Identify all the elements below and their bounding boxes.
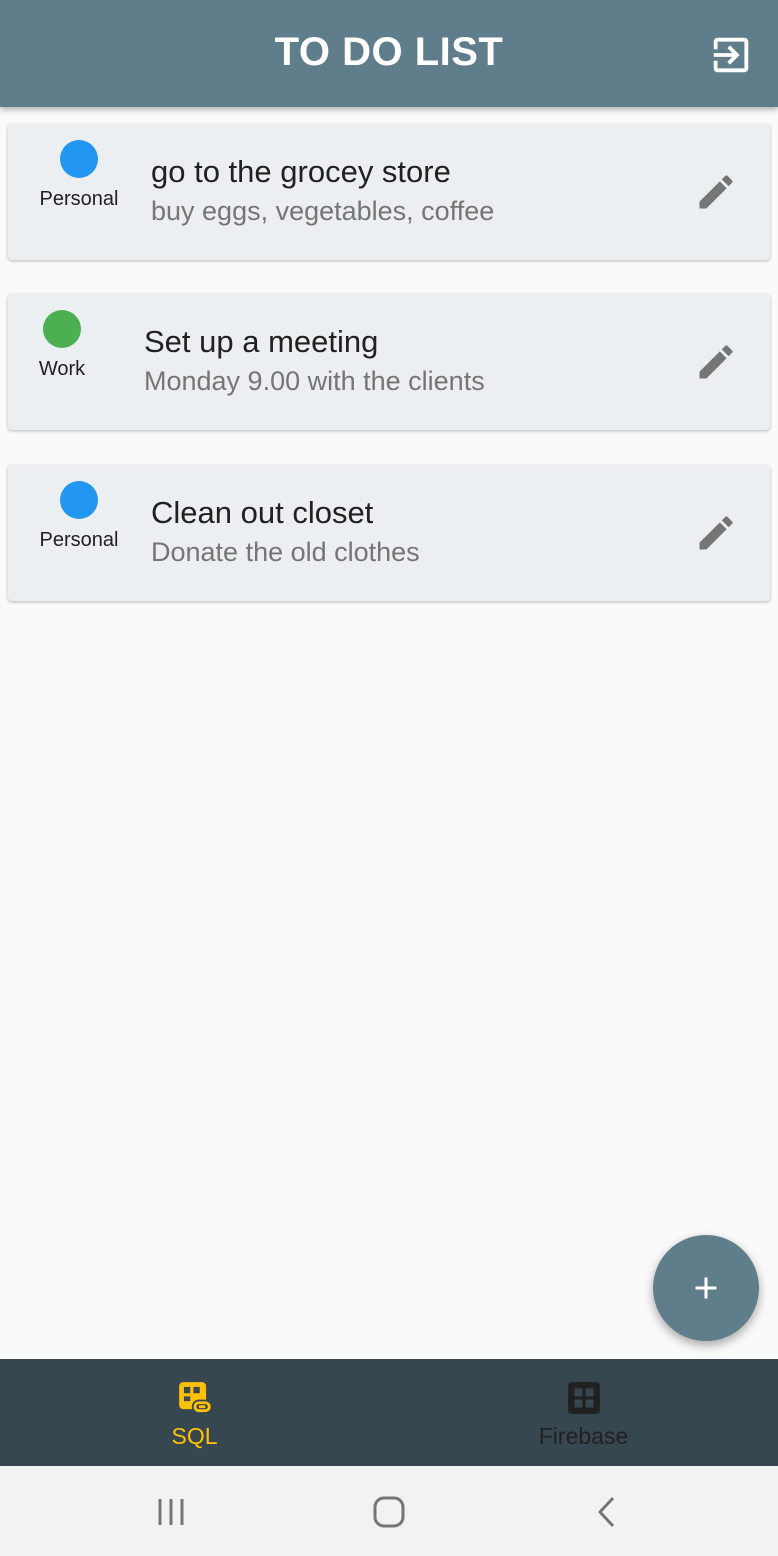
edit-button[interactable] — [694, 170, 738, 214]
task-card[interactable]: Work Set up a meeting Monday 9.00 with t… — [8, 294, 770, 430]
firebase-icon — [568, 1382, 600, 1414]
edit-icon — [699, 516, 733, 550]
category-indicator: Work — [22, 310, 102, 381]
back-icon — [598, 1496, 615, 1528]
task-description: Donate the old clothes — [151, 537, 420, 567]
back-button[interactable] — [583, 1488, 631, 1536]
category-indicator: Personal — [22, 140, 136, 211]
nav-label-sql: SQL — [171, 1423, 218, 1449]
system-navigation-bar — [0, 1466, 778, 1556]
category-label: Personal — [39, 188, 119, 210]
bottom-navigation: SQL Firebase — [0, 1359, 778, 1466]
home-icon — [373, 1496, 405, 1528]
category-indicator: Personal — [22, 481, 136, 552]
recent-apps-button[interactable] — [147, 1488, 195, 1536]
category-dot — [60, 140, 98, 178]
logout-button[interactable] — [708, 32, 754, 78]
add-task-button[interactable] — [653, 1235, 759, 1341]
task-title: go to the grocey store — [151, 154, 451, 189]
page-title: TO DO LIST — [274, 30, 504, 74]
edit-icon — [699, 345, 733, 379]
nav-item-sql[interactable]: SQL — [0, 1359, 389, 1466]
task-description: buy eggs, vegetables, coffee — [151, 196, 495, 226]
recent-apps-icon — [158, 1499, 184, 1525]
category-label: Work — [38, 358, 86, 380]
task-card[interactable]: Personal go to the grocey store buy eggs… — [8, 124, 770, 260]
task-title: Set up a meeting — [144, 324, 379, 359]
category-dot — [43, 310, 81, 348]
edit-icon — [699, 175, 733, 209]
app-bar: TO DO LIST — [0, 0, 778, 107]
nav-item-firebase[interactable]: Firebase — [389, 1359, 778, 1466]
edit-button[interactable] — [694, 340, 738, 384]
home-button[interactable] — [365, 1488, 413, 1536]
add-icon — [695, 1277, 717, 1299]
task-title: Clean out closet — [151, 495, 374, 530]
category-label: Personal — [39, 529, 119, 551]
nav-label-firebase: Firebase — [538, 1423, 629, 1449]
category-dot — [60, 481, 98, 519]
task-card[interactable]: Personal Clean out closet Donate the old… — [8, 465, 770, 601]
logout-icon — [713, 37, 749, 73]
sql-icon — [179, 1382, 213, 1414]
edit-button[interactable] — [694, 511, 738, 555]
task-description: Monday 9.00 with the clients — [144, 366, 485, 396]
